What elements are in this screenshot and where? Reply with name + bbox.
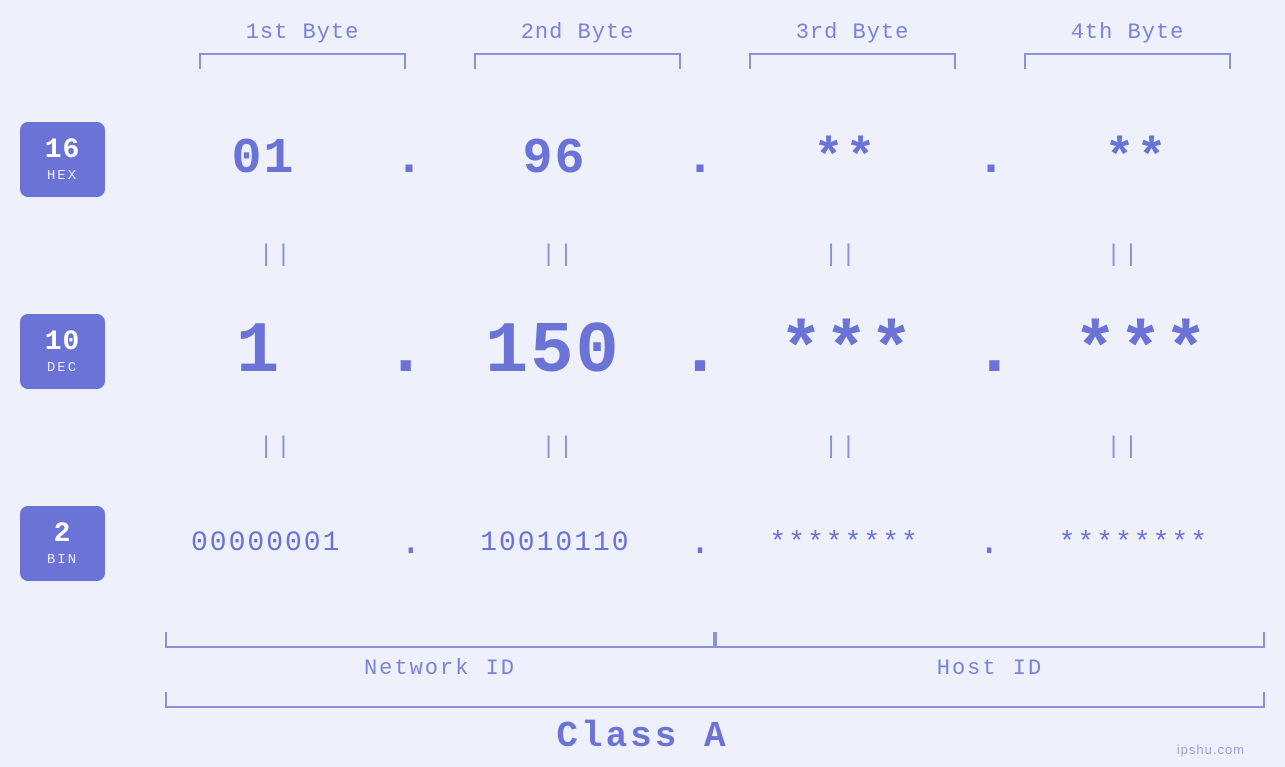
- bin-byte-3: ********: [713, 528, 975, 559]
- eq-sign-2: ||: [541, 242, 576, 269]
- eq2-1: ||: [135, 434, 418, 461]
- eq-sign-1: ||: [259, 242, 294, 269]
- hex-row: 16 HEX 01 . 96 . ** . **: [20, 79, 1265, 241]
- bin-val-4: ********: [1059, 528, 1209, 559]
- hex-byte-2: 96: [426, 131, 683, 188]
- hex-val-1: 01: [231, 131, 295, 188]
- bottom-brackets-row: [20, 632, 1265, 648]
- eq-3: ||: [700, 242, 983, 269]
- long-bracket: [165, 692, 1265, 708]
- top-brackets-row: [20, 53, 1265, 69]
- eq2-sign-2: ||: [541, 434, 576, 461]
- dec-badge-num: 10: [45, 327, 81, 358]
- hex-byte-3: **: [717, 131, 974, 188]
- bin-sep-1: .: [399, 522, 422, 565]
- hex-badge: 16 HEX: [20, 122, 105, 197]
- byte-label-4: 4th Byte: [990, 20, 1265, 45]
- dec-badge: 10 DEC: [20, 314, 105, 389]
- dec-val-1: 1: [236, 311, 281, 393]
- byte-label-3: 3rd Byte: [715, 20, 990, 45]
- bracket-cell-3: [715, 53, 990, 69]
- dec-bytes-area: 1 . 150 . *** . ***: [135, 311, 1265, 393]
- hex-badge-num: 16: [45, 135, 81, 166]
- dec-val-2: 150: [485, 311, 621, 393]
- hex-sep-2: .: [685, 131, 715, 188]
- hex-bytes-area: 01 . 96 . ** . **: [135, 131, 1265, 188]
- eq-1: ||: [135, 242, 418, 269]
- eq-2: ||: [418, 242, 701, 269]
- dec-sep-2: .: [678, 311, 721, 393]
- bin-val-1: 00000001: [191, 528, 341, 559]
- class-row: Class A ipshu.com: [20, 716, 1265, 757]
- class-label: Class A: [556, 716, 728, 757]
- network-id-label: Network ID: [165, 656, 715, 681]
- dec-byte-4: ***: [1018, 311, 1265, 393]
- dec-sep-3: .: [973, 311, 1016, 393]
- hex-byte-4: **: [1008, 131, 1265, 188]
- long-bracket-row: [20, 692, 1265, 708]
- bin-badge: 2 BIN: [20, 506, 105, 581]
- bin-badge-label: BIN: [47, 552, 78, 568]
- hex-badge-label: HEX: [47, 168, 78, 184]
- bracket-cell-2: [440, 53, 715, 69]
- bin-val-2: 10010110: [480, 528, 630, 559]
- dec-sep-1: .: [384, 311, 427, 393]
- hex-val-4: **: [1104, 131, 1168, 188]
- bin-byte-1: 00000001: [135, 528, 397, 559]
- id-labels-row: Network ID Host ID: [20, 656, 1265, 681]
- dec-val-3: ***: [779, 311, 915, 393]
- eq2-4: ||: [983, 434, 1266, 461]
- byte-label-2: 2nd Byte: [440, 20, 715, 45]
- eq2-sign-4: ||: [1106, 434, 1141, 461]
- bin-sep-3: .: [978, 522, 1001, 565]
- dec-badge-label: DEC: [47, 360, 78, 376]
- top-bracket-1: [199, 53, 405, 69]
- equals-row-2: || || || ||: [20, 432, 1265, 462]
- hex-byte-1: 01: [135, 131, 392, 188]
- dec-byte-1: 1: [135, 311, 382, 393]
- bin-val-3: ********: [769, 528, 919, 559]
- dec-row: 10 DEC 1 . 150 . *** . ***: [20, 271, 1265, 433]
- bracket-cell-1: [165, 53, 440, 69]
- byte-label-1: 1st Byte: [165, 20, 440, 45]
- bin-bytes-area: 00000001 . 10010110 . ******** . *******…: [135, 522, 1265, 565]
- byte-labels-row: 1st Byte 2nd Byte 3rd Byte 4th Byte: [20, 20, 1265, 45]
- eq2-sign-1: ||: [259, 434, 294, 461]
- bottom-bracket-network: [165, 632, 715, 648]
- bin-row: 2 BIN 00000001 . 10010110 . ******** . *…: [20, 462, 1265, 624]
- dec-byte-2: 150: [429, 311, 676, 393]
- dec-val-4: ***: [1074, 311, 1210, 393]
- top-bracket-4: [1024, 53, 1230, 69]
- top-bracket-2: [474, 53, 680, 69]
- hex-sep-3: .: [976, 131, 1006, 188]
- eq2-3: ||: [700, 434, 983, 461]
- dec-byte-3: ***: [724, 311, 971, 393]
- bin-badge-num: 2: [54, 519, 72, 550]
- eq2-2: ||: [418, 434, 701, 461]
- main-container: 1st Byte 2nd Byte 3rd Byte 4th Byte 16 H…: [0, 0, 1285, 767]
- eq-sign-3: ||: [824, 242, 859, 269]
- bin-byte-2: 10010110: [424, 528, 686, 559]
- eq-sign-4: ||: [1106, 242, 1141, 269]
- bin-sep-2: .: [689, 522, 712, 565]
- hex-sep-1: .: [394, 131, 424, 188]
- watermark: ipshu.com: [1177, 742, 1245, 757]
- eq-4: ||: [983, 242, 1266, 269]
- eq2-sign-3: ||: [824, 434, 859, 461]
- host-id-label: Host ID: [715, 656, 1265, 681]
- bottom-bracket-host: [715, 632, 1265, 648]
- bracket-cell-4: [990, 53, 1265, 69]
- bin-byte-4: ********: [1003, 528, 1265, 559]
- top-bracket-3: [749, 53, 955, 69]
- hex-val-2: 96: [522, 131, 586, 188]
- hex-val-3: **: [813, 131, 877, 188]
- equals-row-1: || || || ||: [20, 241, 1265, 271]
